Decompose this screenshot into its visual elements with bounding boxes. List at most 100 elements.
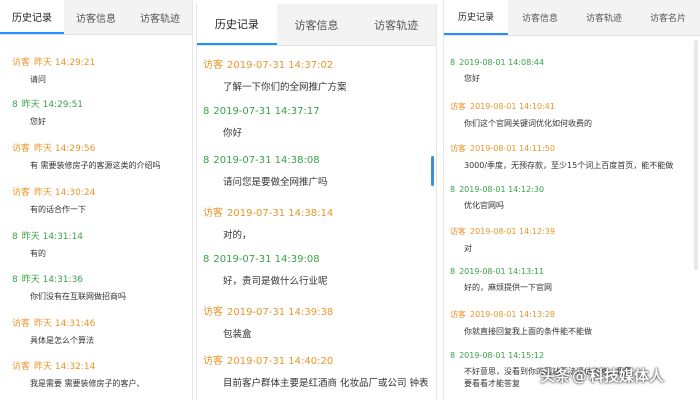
tab-history[interactable]: 历史记录 [197,4,277,45]
chat-message: 访客 2019-08-01 14:13:28 你就直接回复我上面的条件能不能做 [450,309,592,337]
message-text: 您好 [30,117,46,126]
chat-history-panel-1: 历史记录 访客信息 访客轨迹 访客 昨天 14:29:21 请问 8 昨天 14:2… [0,0,193,400]
message-text: 请问您是要做全网推广吗 [223,177,328,188]
message-text: 你好 [223,128,243,139]
message-time: 2019-08-01 14:12:39 [470,227,555,236]
message-text: 对 [464,244,472,253]
message-time: 2019-07-31 14:39:08 [213,254,320,265]
sender-label: 8 [450,58,456,67]
chat-message: 8 昨天 14:29:51 您好 [12,97,83,127]
chat-message: 访客 昨天 14:29:21 请问 [12,55,95,85]
message-time: 昨天 14:30:24 [34,188,96,198]
sender-label: 8 [12,100,18,110]
panel-3-tabs: 历史记录 访客信息 访客轨迹 访客名片 [444,0,700,36]
tab-visitor-track[interactable]: 访客轨迹 [356,4,436,45]
message-time: 2019-07-31 14:40:20 [227,356,334,367]
chat-message: 8 昨天 14:31:14 有的 [12,229,83,259]
message-text: 有的话合作一下 [30,205,86,214]
sender-label: 访客 [12,319,31,329]
sender-label: 8 [450,267,456,276]
chat-message: 访客 昨天 14:32:14 我是需要 需要装修房子的客户、 [12,359,145,389]
message-time: 2019-08-01 14:15:12 [459,351,545,360]
tab-visitor-info[interactable]: 访客信息 [508,0,572,35]
message-text: 包装盒 [223,329,252,340]
watermark-prefix: 头条 [540,367,571,385]
tab-visitor-track[interactable]: 访客轨迹 [128,0,192,34]
sender-label: 访客 [450,102,466,111]
chat-message: 访客 2019-08-01 14:11:50 3000/季度，无预存款，至少15个… [450,143,673,171]
chat-message: 8 2019-08-01 14:12:30 优化官网吗 [450,185,544,211]
sender-label: 8 [203,106,210,117]
message-text: 3000/季度，无预存款，至少15个词上百度首页，能不能做 [464,161,674,170]
chat-message: 8 昨天 14:31:36 你们没有在互联网做招商吗 [12,272,126,302]
chat-message: 8 2019-07-31 14:37:17 你好 [203,106,320,139]
message-time: 昨天 14:32:14 [34,362,96,372]
message-text: 你们没有在互联网做招商吗 [30,292,126,301]
chat-message: 访客 2019-08-01 14:10:41 你们这个官网关键词优化如何收费的 [450,101,592,129]
message-text: 有 需要装修房子的客源这类的介绍吗 [30,161,161,170]
message-text: 我是需要 需要装修房子的客户、 [30,379,145,388]
sender-label: 8 [203,155,210,166]
sender-label: 访客 [203,60,223,71]
message-time: 昨天 14:29:56 [34,144,96,154]
scrollbar[interactable] [431,156,434,186]
sender-label: 访客 [450,144,466,153]
message-text: 好，贵司是做什么行业呢 [223,276,328,287]
scrollbar[interactable] [694,40,698,270]
sender-label: 访客 [203,208,223,219]
tab-visitor-info[interactable]: 访客信息 [64,0,128,34]
message-text: 您好 [464,74,480,83]
message-time: 2019-08-01 14:11:50 [470,144,555,153]
message-time: 2019-08-01 14:13:11 [459,267,545,276]
chat-message: 访客 2019-07-31 14:38:14 对的， [203,204,333,241]
message-time: 昨天 14:31:36 [21,275,84,285]
chat-history-panel-2: 历史记录 访客信息 访客轨迹 访客 2019-07-31 14:37:02 了解一… [196,4,437,400]
message-time: 2019-07-31 14:37:02 [227,60,334,71]
tab-visitor-info[interactable]: 访客信息 [277,4,357,45]
message-time: 昨天 14:31:14 [21,232,84,242]
message-text: 好的，麻烦提供一下官网 [464,283,552,292]
sender-label: 访客 [450,227,466,236]
tab-visitor-track[interactable]: 访客轨迹 [572,0,636,35]
sender-label: 8 [12,275,18,285]
sender-label: 8 [450,351,456,360]
watermark: 头条 @ 科技媒体人 [540,365,664,386]
message-text: 优化官网吗 [464,201,504,210]
sender-label: 8 [12,232,18,242]
panel-1-tabs: 历史记录 访客信息 访客轨迹 [0,0,192,35]
message-time: 2019-08-01 14:08:44 [459,58,545,67]
watermark-at: @ [572,367,588,385]
message-time: 昨天 14:29:21 [34,58,96,68]
chat-message: 8 2019-07-31 14:39:08 好，贵司是做什么行业呢 [203,254,328,287]
chat-message: 访客 2019-07-31 14:39:38 包装盒 [203,303,333,340]
message-text: 你们这个官网关键词优化如何收费的 [464,119,592,128]
chat-message: 8 2019-08-01 14:13:11 好的，麻烦提供一下官网 [450,267,552,293]
sender-label: 访客 [12,362,31,372]
sender-label: 访客 [203,356,223,367]
message-text: 有的 [30,249,46,258]
chat-history-panel-3: 历史记录 访客信息 访客轨迹 访客名片 8 2019-08-01 14:08:44… [443,0,700,400]
sender-label: 8 [450,185,456,194]
message-time: 昨天 14:31:46 [34,319,96,329]
chat-message: 访客 昨天 14:31:46 具体是怎么个算法 [12,316,95,346]
message-time: 昨天 14:29:51 [21,100,84,110]
chat-message: 访客 2019-07-31 14:40:20 目前客户群体主要是红酒商 化妆品厂或… [203,352,429,389]
sender-label: 访客 [12,188,31,198]
message-time: 2019-07-31 14:39:38 [227,307,334,318]
message-text: 你就直接回复我上面的条件能不能做 [464,327,592,336]
chat-message: 8 2019-07-31 14:38:08 请问您是要做全网推广吗 [203,155,328,188]
sender-label: 8 [203,254,210,265]
watermark-name: 科技媒体人 [589,367,665,385]
sender-label: 访客 [450,310,466,319]
chat-message: 访客 昨天 14:30:24 有的话合作一下 [12,185,95,215]
message-time: 2019-08-01 14:10:41 [470,102,555,111]
sender-label: 访客 [12,144,31,154]
chat-message: 访客 2019-08-01 14:12:39 对 [450,226,555,254]
sender-label: 访客 [12,58,31,68]
message-text: 请问 [30,75,46,84]
chat-message: 8 2019-08-01 14:08:44 您好 [450,58,544,84]
tab-visitor-card[interactable]: 访客名片 [636,0,700,35]
message-time: 2019-08-01 14:12:30 [459,185,545,194]
tab-history[interactable]: 历史记录 [444,0,508,35]
tab-history[interactable]: 历史记录 [0,0,64,34]
